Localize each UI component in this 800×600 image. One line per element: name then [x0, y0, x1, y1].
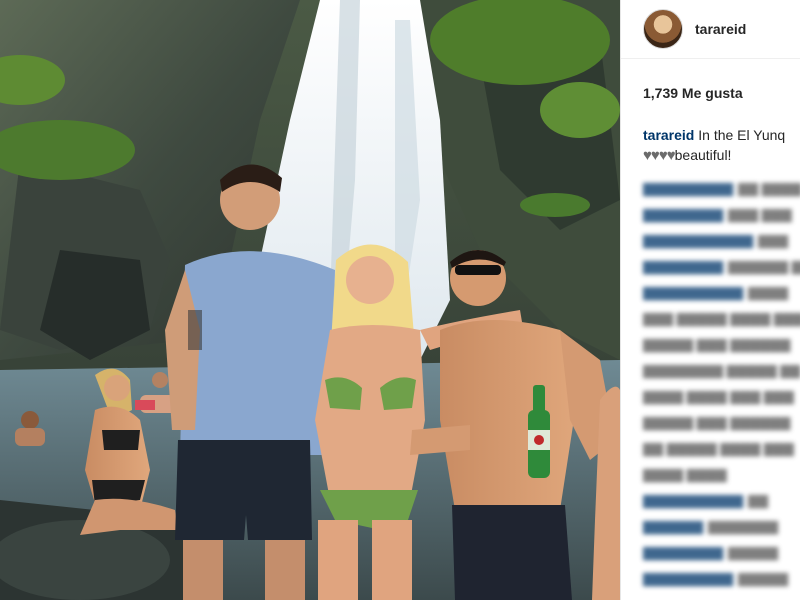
comment-row: ▇▇▇▇▇▇▇▇▇▇ ▇▇ — [643, 493, 768, 508]
caption-text-2: beautiful! — [674, 147, 732, 163]
comment-row: ▇▇▇▇ ▇▇▇▇ ▇▇▇ ▇▇▇ — [643, 389, 794, 404]
comment-row: ▇▇▇▇▇▇▇▇▇▇▇▇▇ — [643, 545, 778, 560]
comment-row: ▇▇▇▇▇▇▇▇▇▇▇▇▇▇ ▇▇ — [643, 259, 800, 274]
comment-row: ▇▇▇▇▇ ▇▇▇ ▇▇▇▇▇▇ — [643, 337, 791, 352]
caption-username-link[interactable]: tarareid — [643, 127, 694, 143]
post-caption: tarareid In the El Yunq ♥♥♥♥beautiful! — [621, 103, 800, 166]
comment-row: ▇▇▇▇ ▇▇▇▇ — [643, 467, 727, 482]
comment-row: ▇▇▇▇▇ ▇▇▇ ▇▇▇▇▇▇ — [643, 415, 791, 430]
comment-row: ▇▇▇▇▇▇▇▇▇ ▇▇ ▇▇▇▇ — [643, 181, 800, 196]
heart-icons: ♥♥♥♥ — [643, 147, 676, 164]
comment-row: ▇▇▇▇▇▇▇▇▇▇▇▇▇▇ — [643, 571, 788, 586]
likes-count[interactable]: 1,739 Me gusta — [621, 59, 800, 103]
username-link[interactable]: tarareid — [695, 21, 746, 37]
caption-text: In the El Yunq — [698, 127, 786, 143]
waterfall-scene-image — [0, 0, 620, 600]
comment-row: ▇▇▇▇▇▇▇▇ ▇▇▇▇▇ ▇▇ — [643, 363, 800, 378]
post-header: tarareid — [621, 0, 800, 59]
likes-label: 1,739 Me gusta — [643, 85, 743, 101]
comment-row: ▇▇▇▇▇▇▇▇▇▇▇▇▇▇ — [643, 233, 788, 248]
comment-row: ▇▇▇▇▇▇▇▇▇▇▇▇▇ — [643, 519, 778, 534]
comment-row: ▇▇▇▇▇▇▇▇ ▇▇▇ ▇▇▇ — [643, 207, 792, 222]
comment-row: ▇▇▇▇▇▇▇▇▇▇▇▇▇▇ — [643, 285, 788, 300]
comment-row: ▇▇ ▇▇▇▇▇ ▇▇▇▇ ▇▇▇ — [643, 441, 794, 456]
post-photo[interactable] — [0, 0, 620, 600]
post-sidebar: tarareid 1,739 Me gusta tarareid In the … — [620, 0, 800, 600]
beer-label-star — [534, 435, 544, 445]
comments-list: ▇▇▇▇▇▇▇▇▇ ▇▇ ▇▇▇▇ ▇▇▇▇▇▇▇▇ ▇▇▇ ▇▇▇ ▇▇▇▇▇▇▇… — [621, 166, 800, 592]
avatar[interactable] — [643, 9, 683, 49]
comment-row: ▇▇▇ ▇▇▇▇▇ ▇▇▇▇ ▇▇▇ — [643, 311, 800, 326]
